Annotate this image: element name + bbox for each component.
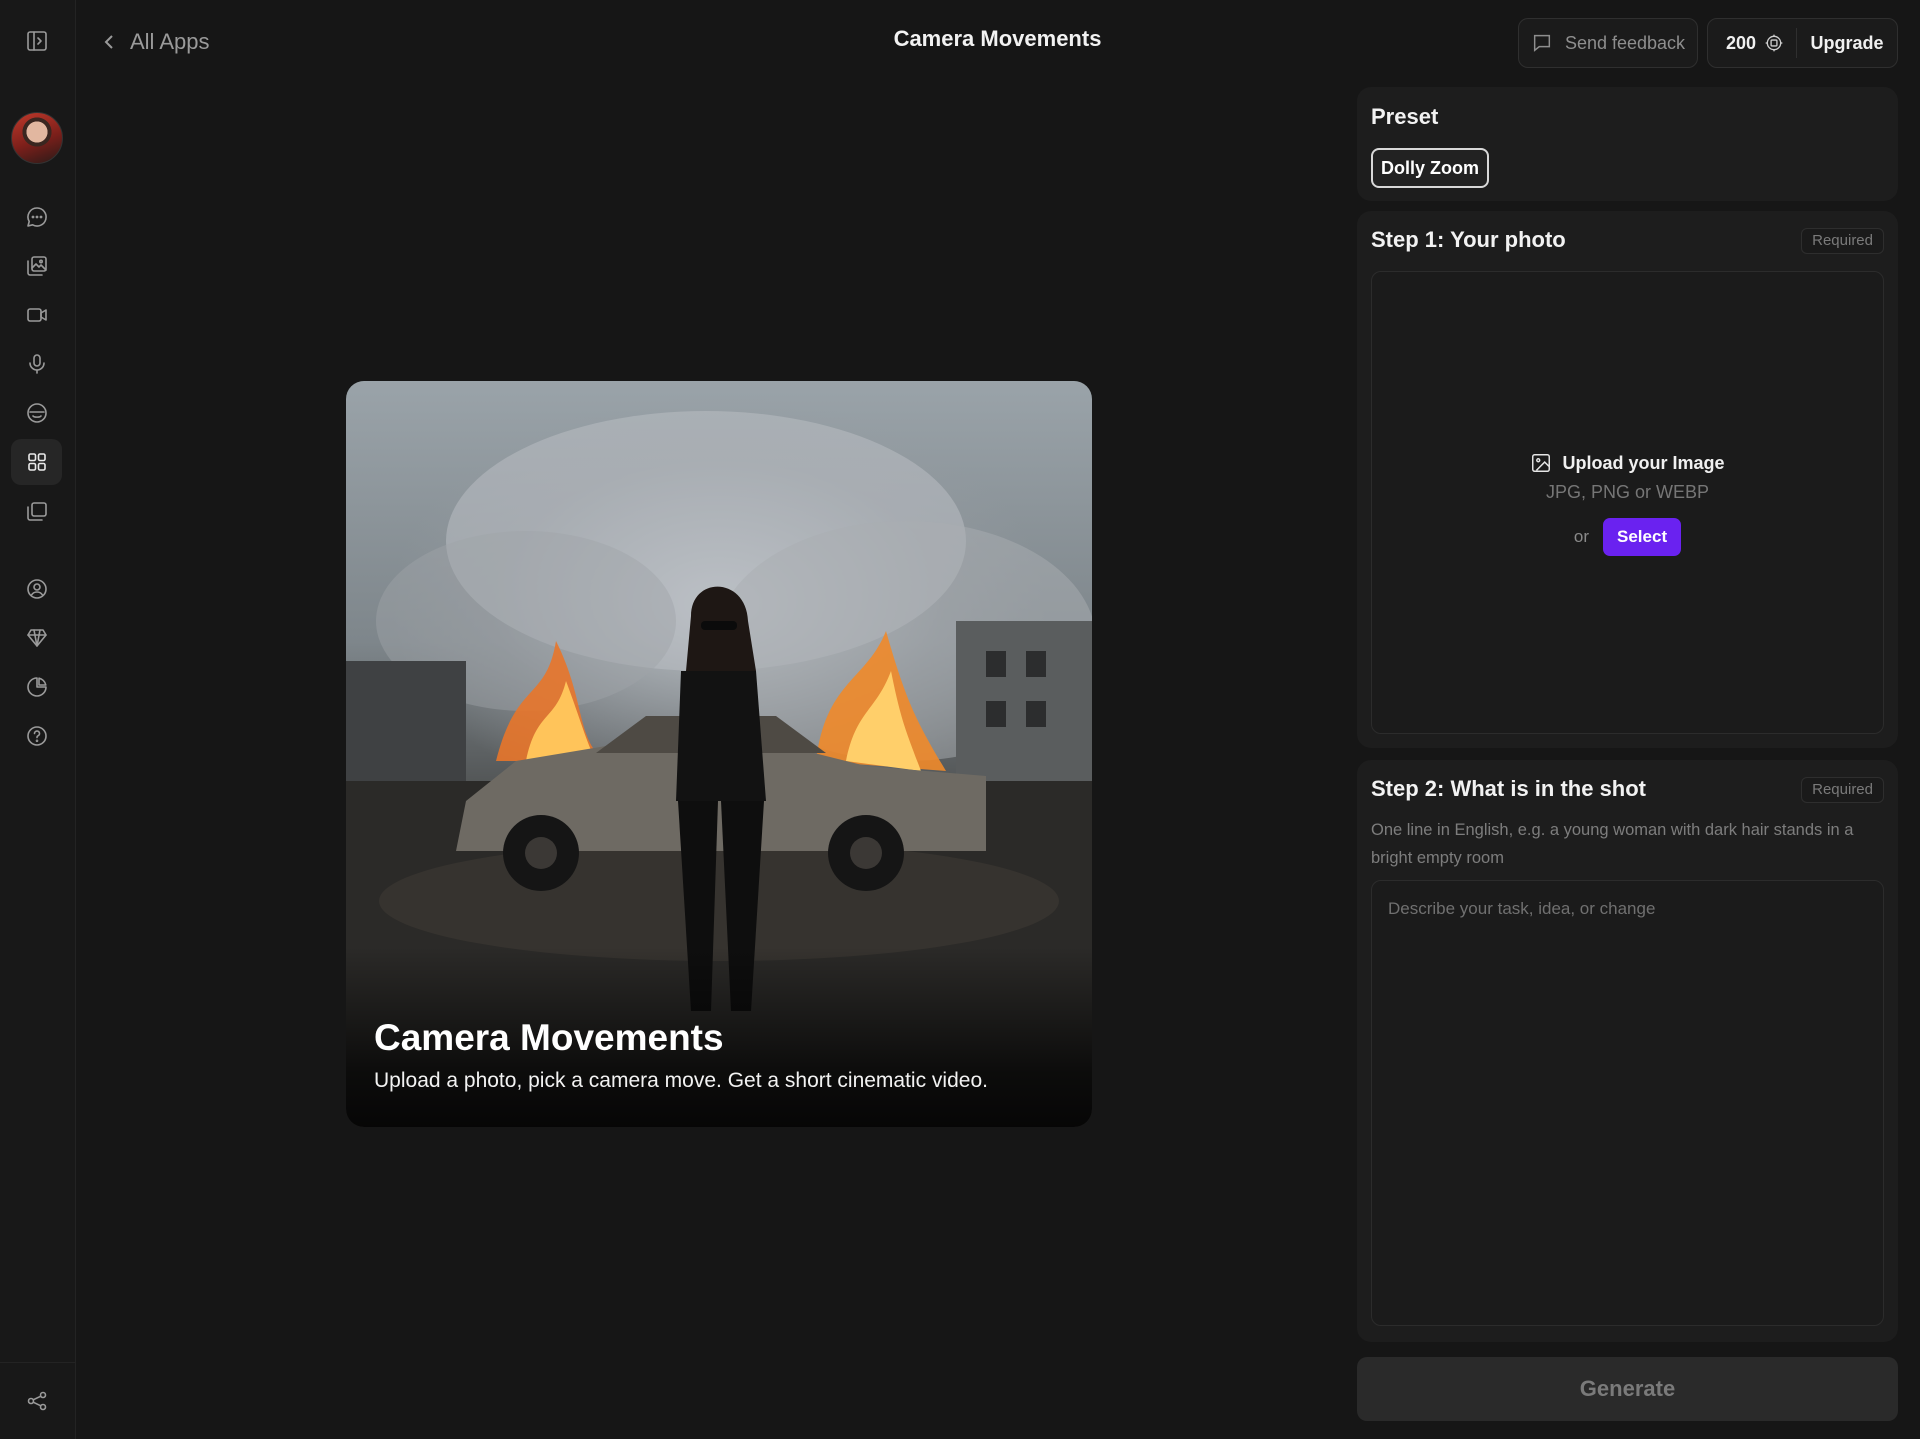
app-root: All Apps Camera Movements Send feedback … xyxy=(0,0,1920,1439)
step1-panel: Step 1: Your photo Required Upload your … xyxy=(1357,211,1898,748)
step2-hint: One line in English, e.g. a young woman … xyxy=(1371,821,1854,867)
sidebar-panel-icon xyxy=(26,31,47,51)
sidebar-item-pricing[interactable] xyxy=(11,615,62,661)
image-icon xyxy=(1532,454,1551,472)
back-to-all-apps-link[interactable]: All Apps xyxy=(102,26,210,58)
step2-heading: Step 2: What is in the shot xyxy=(1371,776,1647,801)
left-sidebar xyxy=(0,0,76,1439)
sidebar-item-library[interactable] xyxy=(11,488,62,534)
credits-chip-icon xyxy=(1765,34,1783,52)
credits-value: 200 xyxy=(1726,32,1757,53)
diamond-icon xyxy=(26,629,47,647)
page-title: Camera Movements xyxy=(893,26,1102,51)
share-button[interactable] xyxy=(11,1378,62,1424)
upload-prompt: Upload your Image xyxy=(1372,452,1883,474)
sidebar-item-usage[interactable] xyxy=(11,664,62,710)
sidebar-item-apps[interactable] xyxy=(11,439,62,485)
toggle-sidebar-button[interactable] xyxy=(11,18,62,64)
step1-heading: Step 1: Your photo xyxy=(1371,227,1566,252)
share-icon xyxy=(27,1391,46,1411)
upload-label: Upload your Image xyxy=(1562,452,1725,473)
accepted-formats: JPG, PNG or WEBP xyxy=(1545,482,1710,502)
sidebar-item-avatars[interactable] xyxy=(11,390,62,436)
smiley-icon xyxy=(26,403,47,423)
sidebar-item-help[interactable] xyxy=(11,713,62,759)
sidebar-item-profile[interactable] xyxy=(11,566,62,612)
help-icon xyxy=(26,726,47,746)
credits-counter[interactable]: 200 xyxy=(1708,33,1796,54)
sidebar-divider xyxy=(0,1362,76,1363)
select-file-button[interactable]: Select xyxy=(1603,518,1682,556)
image-dropzone[interactable]: Upload your Image JPG, PNG or WEBP or Se… xyxy=(1371,271,1884,734)
upgrade-button[interactable]: Upgrade xyxy=(1797,33,1897,54)
send-feedback-button[interactable]: Send feedback xyxy=(1518,18,1698,68)
preset-heading: Preset xyxy=(1371,104,1439,129)
feedback-label: Send feedback xyxy=(1564,32,1686,53)
video-icon xyxy=(26,308,47,322)
pie-chart-icon xyxy=(26,677,47,697)
step2-required-badge: Required xyxy=(1801,777,1884,803)
step2-panel: Step 2: What is in the shot Required One… xyxy=(1357,760,1898,1342)
chevron-left-icon xyxy=(104,35,113,49)
microphone-icon xyxy=(28,354,45,374)
step1-required-badge: Required xyxy=(1801,228,1884,254)
user-circle-icon xyxy=(26,579,47,599)
generate-button[interactable]: Generate xyxy=(1357,1357,1898,1421)
credits-box: 200 Upgrade xyxy=(1707,18,1898,68)
sidebar-item-chat[interactable] xyxy=(11,194,62,240)
apps-grid-icon xyxy=(27,453,46,471)
or-label: or xyxy=(1573,527,1590,546)
select-row: or Select xyxy=(1372,518,1883,556)
folders-icon xyxy=(26,502,47,521)
sidebar-item-images[interactable] xyxy=(11,243,62,289)
sidebar-item-audio[interactable] xyxy=(11,341,62,387)
image-gallery-icon xyxy=(26,256,47,276)
hero-card: Camera Movements Upload a photo, pick a … xyxy=(346,381,1092,1127)
preset-panel: Preset Dolly Zoom xyxy=(1357,87,1898,201)
avatar[interactable] xyxy=(11,112,63,164)
back-label: All Apps xyxy=(130,29,210,54)
feedback-icon xyxy=(1533,34,1551,52)
sidebar-item-video[interactable] xyxy=(11,292,62,338)
hero-title: Camera Movements xyxy=(374,1017,724,1058)
chat-icon xyxy=(26,207,47,227)
hero-subtitle: Upload a photo, pick a camera move. Get … xyxy=(374,1069,988,1092)
preset-chip-dolly-zoom[interactable]: Dolly Zoom xyxy=(1371,148,1489,188)
shot-description-input[interactable]: Describe your task, idea, or change xyxy=(1371,880,1884,1326)
